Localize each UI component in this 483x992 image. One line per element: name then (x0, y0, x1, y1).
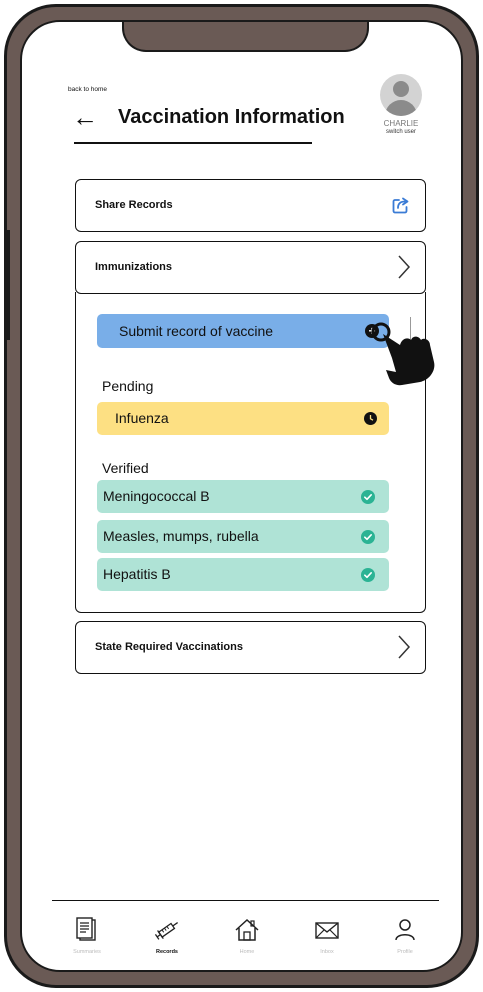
check-circle-icon (361, 568, 375, 582)
nav-profile[interactable]: Profile (370, 917, 440, 955)
back-to-home-link[interactable]: back to home (68, 86, 107, 93)
submit-record-button[interactable]: Submit record of vaccine + (97, 314, 389, 348)
submit-record-label: Submit record of vaccine (119, 323, 274, 339)
verified-item-label: Meningococcal B (103, 488, 210, 504)
pending-item-label: Infuenza (115, 410, 169, 426)
phone-screen: back to home ← Vaccination Information C… (20, 20, 463, 972)
clock-icon (364, 412, 377, 425)
user-name: CHARLIE (383, 119, 419, 128)
nav-label: Inbox (320, 949, 334, 955)
bottom-nav-divider (52, 900, 439, 901)
share-icon[interactable] (391, 195, 411, 215)
pending-item[interactable]: Infuenza (97, 402, 389, 435)
check-circle-icon (361, 530, 375, 544)
avatar[interactable] (380, 74, 422, 116)
switch-user-link[interactable]: switch user (372, 129, 430, 135)
person-icon (395, 919, 415, 941)
pending-heading: Pending (102, 378, 154, 394)
nav-label: Records (155, 949, 178, 955)
share-records-card[interactable]: Share Records (75, 179, 426, 232)
verified-item[interactable]: Hepatitis B (97, 558, 389, 591)
document-icon (76, 917, 96, 941)
nav-records[interactable]: Records (132, 917, 202, 955)
phone-notch (122, 22, 369, 52)
avatar-head (393, 81, 409, 97)
envelope-icon (315, 922, 339, 939)
syringe-icon (154, 922, 179, 940)
verified-heading: Verified (102, 460, 149, 476)
back-arrow-icon[interactable]: ← (72, 104, 98, 130)
verified-item-label: Hepatitis B (103, 566, 171, 582)
page-title: Vaccination Information (118, 106, 345, 128)
chevron-right-icon[interactable] (397, 254, 411, 280)
home-icon (235, 918, 259, 941)
title-underline (74, 142, 312, 144)
verified-item[interactable]: Measles, mumps, rubella (97, 520, 389, 553)
share-records-label: Share Records (95, 199, 173, 211)
nav-inbox[interactable]: Inbox (292, 917, 362, 955)
state-required-label: State Required Vaccinations (95, 641, 243, 653)
verified-item[interactable]: Meningococcal B (97, 480, 389, 513)
nav-label: Summaries (73, 949, 101, 955)
verified-item-label: Measles, mumps, rubella (103, 528, 259, 544)
pointer-hand-icon (371, 322, 435, 386)
avatar-body (385, 100, 417, 116)
phone-side-button (6, 230, 10, 340)
nav-label: Home (239, 949, 255, 955)
nav-home[interactable]: Home (212, 917, 282, 955)
chevron-right-icon[interactable] (397, 634, 411, 660)
nav-summaries[interactable]: Summaries (52, 917, 122, 955)
nav-label: Profile (397, 949, 413, 955)
immunizations-label: Immunizations (95, 261, 173, 273)
check-circle-icon (361, 490, 375, 504)
immunizations-card[interactable]: Immunizations (75, 241, 426, 294)
state-required-card[interactable]: State Required Vaccinations (75, 621, 426, 674)
